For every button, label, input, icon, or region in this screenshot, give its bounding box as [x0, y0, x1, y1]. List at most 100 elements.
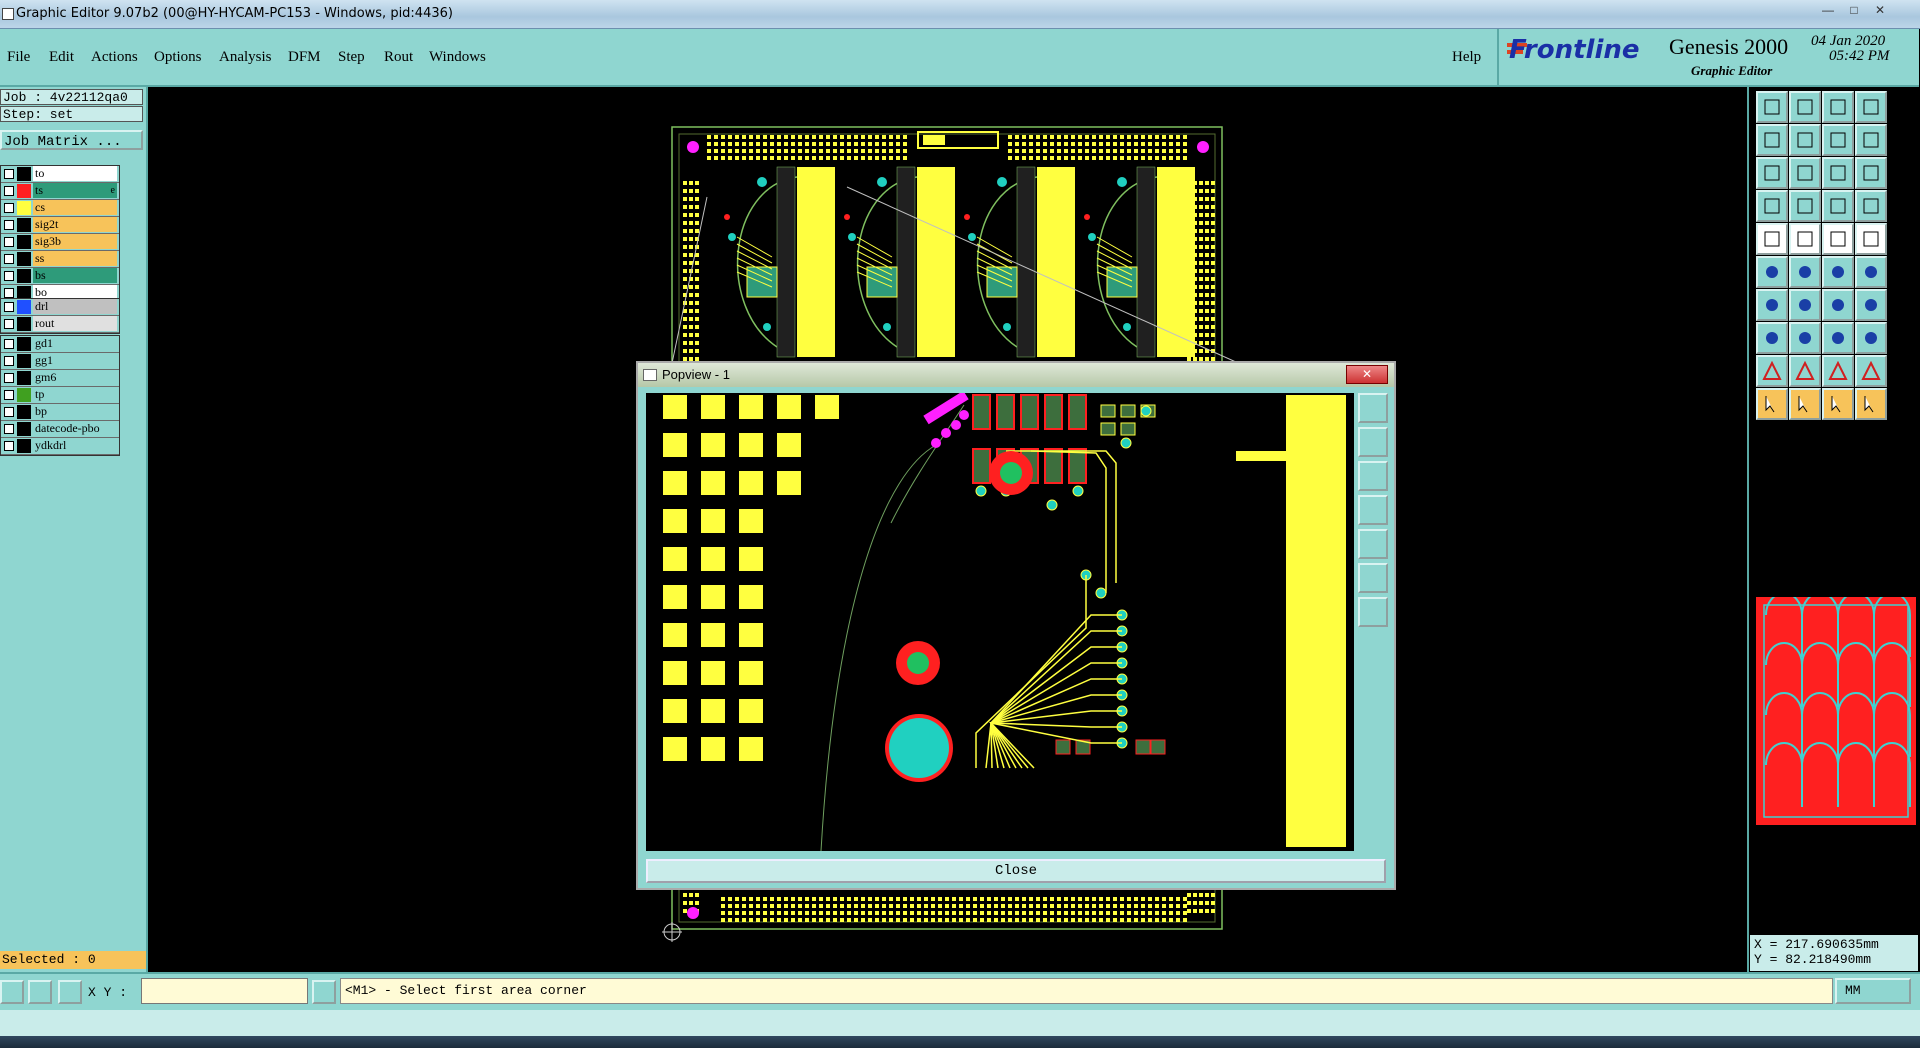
- popview-titlebar[interactable]: Popview - 1 ✕: [638, 363, 1394, 387]
- layer-color-swatch[interactable]: [17, 337, 31, 351]
- layer-color-swatch[interactable]: [17, 354, 31, 368]
- measure-button[interactable]: [28, 980, 52, 1004]
- layer-checkbox[interactable]: [4, 441, 14, 451]
- tool-button-19[interactable]: [1822, 223, 1854, 255]
- popview-pan-right-button[interactable]: [1358, 529, 1388, 559]
- tool-button-13[interactable]: [1756, 190, 1788, 222]
- tool-button-22[interactable]: [1789, 256, 1821, 288]
- tool-button-15[interactable]: [1822, 190, 1854, 222]
- layer-color-swatch[interactable]: [17, 218, 31, 232]
- cursor-mode-button[interactable]: [312, 980, 336, 1004]
- layer-checkbox[interactable]: [4, 339, 14, 349]
- layer-color-swatch[interactable]: [17, 317, 31, 331]
- tool-button-8[interactable]: [1855, 124, 1887, 156]
- menu-options[interactable]: Options: [154, 49, 202, 66]
- layer-row-sig3b[interactable]: sig3b: [1, 234, 119, 251]
- popview-pan-up-button[interactable]: [1358, 427, 1388, 457]
- tool-button-17[interactable]: [1756, 223, 1788, 255]
- menu-windows[interactable]: Windows: [429, 49, 486, 66]
- tool-button-25[interactable]: [1756, 289, 1788, 321]
- tool-button-38[interactable]: [1789, 388, 1821, 420]
- tool-button-27[interactable]: [1822, 289, 1854, 321]
- popview-close-x-button[interactable]: ✕: [1346, 365, 1388, 384]
- layer-row-rout[interactable]: rout: [1, 316, 119, 333]
- layer-color-swatch[interactable]: [17, 371, 31, 385]
- menu-actions[interactable]: Actions: [91, 49, 138, 66]
- layer-row-bs[interactable]: bs: [1, 268, 119, 285]
- close-window-button[interactable]: ✕: [1868, 2, 1892, 18]
- layer-row-gg1[interactable]: gg1: [1, 353, 119, 370]
- tool-button-6[interactable]: [1789, 124, 1821, 156]
- layer-row-ts[interactable]: ts e: [1, 183, 119, 200]
- minimize-button[interactable]: —: [1816, 2, 1840, 18]
- layer-checkbox[interactable]: [4, 424, 14, 434]
- popview-zoom-in-button[interactable]: [1358, 563, 1388, 593]
- grid-button[interactable]: [58, 980, 82, 1004]
- layer-color-swatch[interactable]: [17, 184, 31, 198]
- tool-button-12[interactable]: [1855, 157, 1887, 189]
- layer-color-swatch[interactable]: [17, 235, 31, 249]
- job-matrix-button[interactable]: Job Matrix ...: [0, 130, 143, 150]
- layer-color-swatch[interactable]: [17, 439, 31, 453]
- step-preview[interactable]: [1756, 597, 1916, 825]
- tool-button-34[interactable]: [1789, 355, 1821, 387]
- layer-checkbox[interactable]: [4, 390, 14, 400]
- tool-button-24[interactable]: [1855, 256, 1887, 288]
- layer-row-cs[interactable]: cs: [1, 200, 119, 217]
- tool-button-7[interactable]: [1822, 124, 1854, 156]
- popview-canvas[interactable]: [646, 393, 1354, 851]
- layer-row-gm6[interactable]: gm6: [1, 370, 119, 387]
- layer-row-bp[interactable]: bp: [1, 404, 119, 421]
- maximize-button[interactable]: □: [1842, 2, 1866, 18]
- tool-button-36[interactable]: [1855, 355, 1887, 387]
- layer-checkbox[interactable]: [4, 407, 14, 417]
- tool-button-18[interactable]: [1789, 223, 1821, 255]
- layer-color-swatch[interactable]: [17, 167, 31, 181]
- tool-button-9[interactable]: [1756, 157, 1788, 189]
- tool-button-29[interactable]: [1756, 322, 1788, 354]
- tool-button-39[interactable]: [1822, 388, 1854, 420]
- layer-row-gd1[interactable]: gd1: [1, 336, 119, 353]
- tool-button-11[interactable]: [1822, 157, 1854, 189]
- layer-checkbox[interactable]: [4, 254, 14, 264]
- popview-zoom-button[interactable]: [1358, 393, 1388, 423]
- tool-button-20[interactable]: [1855, 223, 1887, 255]
- tool-button-10[interactable]: [1789, 157, 1821, 189]
- menu-edit[interactable]: Edit: [49, 49, 74, 66]
- layer-checkbox[interactable]: [4, 356, 14, 366]
- layer-color-swatch[interactable]: [17, 300, 31, 314]
- tool-button-35[interactable]: [1822, 355, 1854, 387]
- layer-checkbox[interactable]: [4, 203, 14, 213]
- tool-button-4[interactable]: [1855, 91, 1887, 123]
- layer-checkbox[interactable]: [4, 302, 14, 312]
- layer-checkbox[interactable]: [4, 319, 14, 329]
- menu-step[interactable]: Step: [338, 49, 365, 66]
- tool-button-28[interactable]: [1855, 289, 1887, 321]
- tool-button-40[interactable]: [1855, 388, 1887, 420]
- tool-button-33[interactable]: [1756, 355, 1788, 387]
- menu-analysis[interactable]: Analysis: [219, 49, 272, 66]
- tool-button-1[interactable]: [1756, 91, 1788, 123]
- popview-fit-button[interactable]: [1358, 597, 1388, 627]
- tool-button-16[interactable]: [1855, 190, 1887, 222]
- layer-row-ss[interactable]: ss: [1, 251, 119, 268]
- popview-pan-down-button[interactable]: [1358, 461, 1388, 491]
- layer-row-tp[interactable]: tp: [1, 387, 119, 404]
- layer-color-swatch[interactable]: [17, 201, 31, 215]
- layer-checkbox[interactable]: [4, 220, 14, 230]
- tool-button-23[interactable]: [1822, 256, 1854, 288]
- layer-row-to[interactable]: to: [1, 166, 119, 183]
- popview-close-button[interactable]: Close: [646, 859, 1386, 883]
- layer-checkbox[interactable]: [4, 186, 14, 196]
- layer-checkbox[interactable]: [4, 271, 14, 281]
- xy-input[interactable]: [141, 978, 308, 1004]
- layer-color-swatch[interactable]: [17, 269, 31, 283]
- layer-row-sig2t[interactable]: sig2t: [1, 217, 119, 234]
- tool-button-21[interactable]: [1756, 256, 1788, 288]
- tool-button-37[interactable]: [1756, 388, 1788, 420]
- menu-dfm[interactable]: DFM: [288, 49, 321, 66]
- layer-checkbox[interactable]: [4, 169, 14, 179]
- tool-button-32[interactable]: [1855, 322, 1887, 354]
- tool-button-30[interactable]: [1789, 322, 1821, 354]
- layer-row-drl[interactable]: drl: [1, 299, 119, 316]
